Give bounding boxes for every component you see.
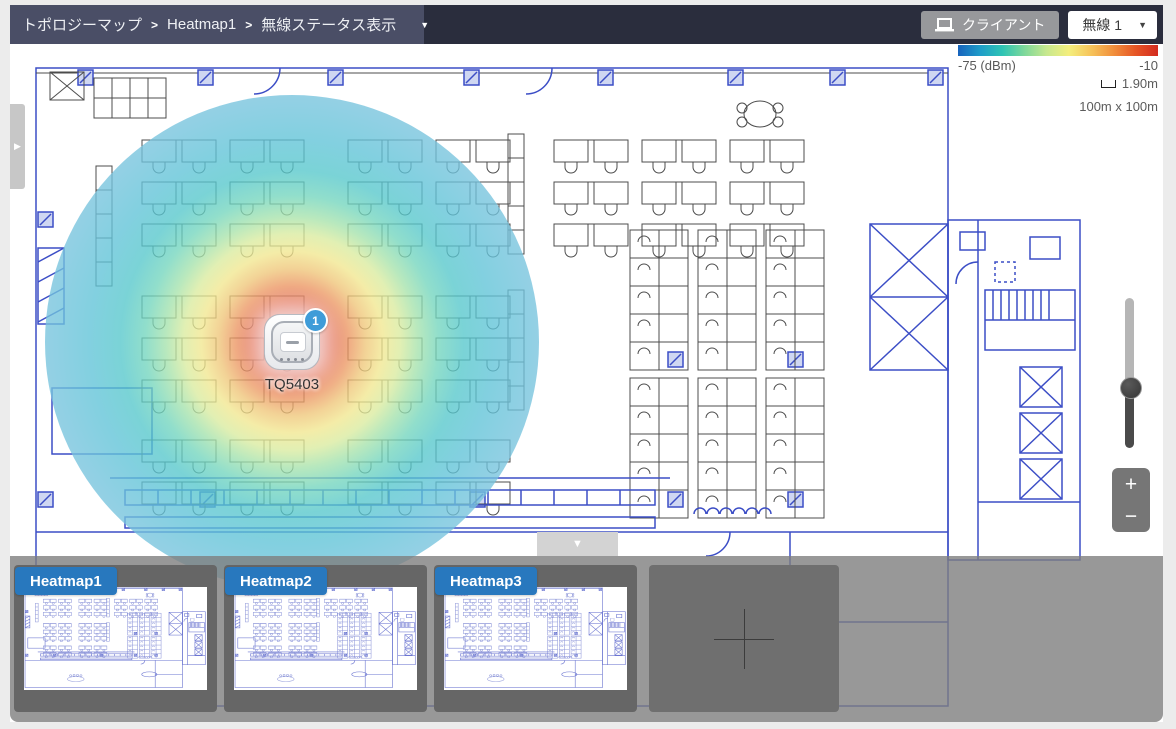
legend-labels: -75 (dBm) -10 xyxy=(958,58,1158,73)
radio-select-caret-icon: ▼ xyxy=(1138,20,1147,30)
breadcrumb-separator: > xyxy=(151,18,158,32)
breadcrumb-separator: > xyxy=(245,18,252,32)
thumbnail-heatmap2[interactable]: Heatmap2 xyxy=(224,565,427,712)
grid-scale: 1.90m xyxy=(1101,76,1158,91)
slider-track-upper[interactable] xyxy=(1125,298,1134,388)
zoom-out-button[interactable]: − xyxy=(1112,500,1150,532)
thumbnail-heatmap1[interactable]: Heatmap1 xyxy=(14,565,217,712)
zoom-in-button[interactable]: + xyxy=(1112,468,1150,500)
legend-max-label: -10 xyxy=(1139,58,1158,73)
thumbnail-label: Heatmap1 xyxy=(15,567,117,595)
add-heatmap-icon xyxy=(714,609,774,669)
breadcrumb-topology-map[interactable]: トポロジーマップ xyxy=(22,14,142,35)
zoom-controls: + − xyxy=(1112,468,1150,532)
thumbnail-panel-collapse-handle[interactable]: ▼ xyxy=(537,532,618,556)
zoom-slider[interactable] xyxy=(1125,298,1134,448)
thumbnail-image xyxy=(444,587,627,690)
thumbnail-image xyxy=(234,587,417,690)
scale-bracket-icon xyxy=(1101,80,1116,88)
access-point-name: TQ5403 xyxy=(265,376,319,393)
add-heatmap-tile[interactable] xyxy=(649,565,839,712)
side-panel-expand-tab[interactable]: ▶ xyxy=(10,104,25,189)
heatmap-window: トポロジーマップ > Heatmap1 > 無線ステータス表示 ▼ クライアント… xyxy=(0,0,1176,729)
thumbnail-label: Heatmap3 xyxy=(435,567,537,595)
breadcrumb-heatmap1[interactable]: Heatmap1 xyxy=(167,16,236,33)
expand-arrow-icon: ▶ xyxy=(14,141,21,152)
client-button[interactable]: クライアント xyxy=(921,11,1059,39)
grid-scale-label: 1.90m xyxy=(1122,76,1158,91)
slider-knob[interactable] xyxy=(1120,377,1142,399)
laptop-icon xyxy=(935,18,954,32)
breadcrumb-display-mode[interactable]: 無線ステータス表示 xyxy=(261,14,396,35)
map-size-label: 100m x 100m xyxy=(1079,99,1158,114)
radio-select-value: 無線 1 xyxy=(1082,15,1122,35)
client-count-badge[interactable]: 1 xyxy=(303,308,328,333)
access-point[interactable]: 1 TQ5403 xyxy=(264,314,320,370)
thumbnail-heatmap3[interactable]: Heatmap3 xyxy=(434,565,637,712)
thumbnail-panel: Heatmap1 Heatmap2 Heatmap3 xyxy=(10,556,1163,722)
map-size: 100m x 100m xyxy=(1079,99,1158,114)
thumbnail-image xyxy=(24,587,207,690)
top-bar-actions: クライアント 無線 1 ▼ xyxy=(424,5,1163,44)
floor-map-canvas[interactable]: 1 TQ5403 -75 (dBm) -10 1.90m 100m x 100m… xyxy=(10,44,1163,722)
breadcrumb: トポロジーマップ > Heatmap1 > 無線ステータス表示 ▼ xyxy=(10,5,424,44)
client-button-label: クライアント xyxy=(962,15,1045,35)
legend-gradient-bar xyxy=(958,45,1158,56)
legend-min-label: -75 (dBm) xyxy=(958,58,1016,73)
radio-select[interactable]: 無線 1 ▼ xyxy=(1068,11,1157,39)
top-bar: トポロジーマップ > Heatmap1 > 無線ステータス表示 ▼ クライアント… xyxy=(10,5,1163,44)
collapse-arrow-icon: ▼ xyxy=(572,538,583,550)
thumbnail-label: Heatmap2 xyxy=(225,567,327,595)
